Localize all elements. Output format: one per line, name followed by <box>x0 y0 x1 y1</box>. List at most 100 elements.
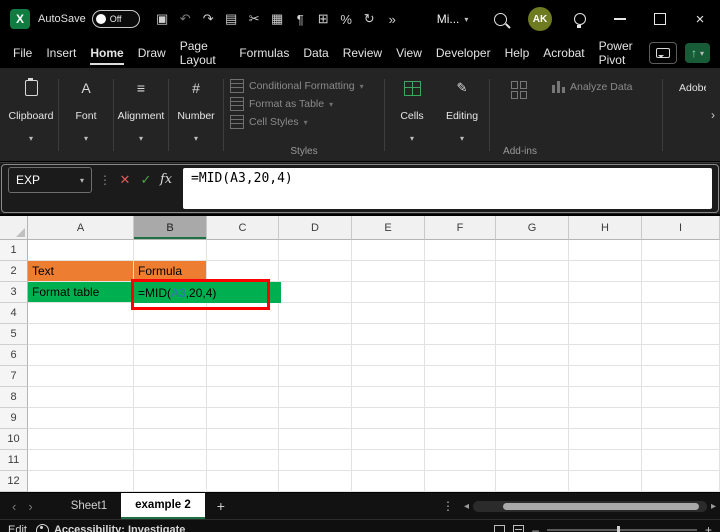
menu-tab-review[interactable]: Review <box>336 38 389 68</box>
menu-tab-formulas[interactable]: Formulas <box>232 38 296 68</box>
confirm-entry-button[interactable]: ✓ <box>139 167 153 188</box>
menu-tab-help[interactable]: Help <box>498 38 537 68</box>
zoom-in-icon[interactable]: + <box>705 523 712 532</box>
column-header-H[interactable]: H <box>569 216 642 240</box>
close-button[interactable]: × <box>680 0 720 38</box>
cell-B10[interactable] <box>134 429 207 450</box>
cell-G7[interactable] <box>496 366 569 387</box>
select-all-corner[interactable] <box>0 216 28 240</box>
cell-B11[interactable] <box>134 450 207 471</box>
cell-D4[interactable] <box>279 303 352 324</box>
ribbon-group-font[interactable]: AFont▾ <box>61 71 111 159</box>
cell-C2[interactable] <box>207 261 279 282</box>
cell-I1[interactable] <box>642 240 720 261</box>
column-header-I[interactable]: I <box>642 216 720 240</box>
borders-icon[interactable]: ⊞ <box>313 11 334 27</box>
cell-I2[interactable] <box>642 261 720 282</box>
ribbon-group-cells[interactable]: Cells ▾ <box>387 71 437 159</box>
cell-E7[interactable] <box>352 366 425 387</box>
comments-button[interactable] <box>649 42 677 64</box>
cell-B2[interactable]: Formula <box>134 261 207 282</box>
menu-tab-page-layout[interactable]: Page Layout <box>173 38 233 68</box>
cell-C8[interactable] <box>207 387 279 408</box>
cell-D12[interactable] <box>279 471 352 492</box>
cell-E10[interactable] <box>352 429 425 450</box>
cell-G5[interactable] <box>496 324 569 345</box>
minimize-button[interactable] <box>600 0 640 38</box>
cell-H9[interactable] <box>569 408 642 429</box>
cell-D9[interactable] <box>279 408 352 429</box>
column-header-D[interactable]: D <box>279 216 352 240</box>
cell-I7[interactable] <box>642 366 720 387</box>
column-header-B[interactable]: B <box>134 216 207 240</box>
zoom-out-icon[interactable]: – <box>532 523 539 532</box>
cell-E3[interactable] <box>352 282 425 303</box>
picture-icon[interactable]: ▦ <box>267 11 288 27</box>
cell-E4[interactable] <box>352 303 425 324</box>
menu-tab-acrobat[interactable]: Acrobat <box>536 38 591 68</box>
view-normal-icon[interactable] <box>494 525 505 532</box>
cell-A12[interactable] <box>28 471 134 492</box>
cell-B9[interactable] <box>134 408 207 429</box>
cell-F4[interactable] <box>425 303 496 324</box>
row-header-1[interactable]: 1 <box>0 240 28 261</box>
cell-C9[interactable] <box>207 408 279 429</box>
cell-D11[interactable] <box>279 450 352 471</box>
row-header-11[interactable]: 11 <box>0 450 28 471</box>
cell-A6[interactable] <box>28 345 134 366</box>
scrollbar-thumb[interactable] <box>503 503 699 510</box>
cell-C11[interactable] <box>207 450 279 471</box>
cell-H5[interactable] <box>569 324 642 345</box>
cell-F1[interactable] <box>425 240 496 261</box>
cell-H4[interactable] <box>569 303 642 324</box>
search-button[interactable] <box>480 0 520 38</box>
ribbon-group-addins[interactable]: Add-ins <box>492 71 548 159</box>
cell-A10[interactable] <box>28 429 134 450</box>
cell-B4[interactable] <box>134 303 207 324</box>
cell-G6[interactable] <box>496 345 569 366</box>
menu-tab-file[interactable]: File <box>6 38 39 68</box>
undo-icon[interactable]: ↶ <box>175 11 196 27</box>
analyze-data-button[interactable]: Analyze Data <box>548 71 660 159</box>
menu-tab-power-pivot[interactable]: Power Pivot <box>592 38 649 68</box>
pilcrow-icon[interactable]: ¶ <box>290 12 311 27</box>
cell-F8[interactable] <box>425 387 496 408</box>
sheet-icon[interactable]: ▤ <box>221 11 242 27</box>
cell-A11[interactable] <box>28 450 134 471</box>
scrollbar-track[interactable] <box>473 501 707 512</box>
cell-G8[interactable] <box>496 387 569 408</box>
cell-B6[interactable] <box>134 345 207 366</box>
cell-G12[interactable] <box>496 471 569 492</box>
cell-A9[interactable] <box>28 408 134 429</box>
name-box[interactable]: EXP ▾ <box>8 167 92 193</box>
cell-E9[interactable] <box>352 408 425 429</box>
cell-H2[interactable] <box>569 261 642 282</box>
column-header-C[interactable]: C <box>207 216 279 240</box>
cell-E12[interactable] <box>352 471 425 492</box>
row-header-5[interactable]: 5 <box>0 324 28 345</box>
document-title-menu[interactable]: Mi... ▾ <box>437 12 469 26</box>
scroll-left-icon[interactable]: ◂ <box>464 501 469 512</box>
cell-I5[interactable] <box>642 324 720 345</box>
cell-E6[interactable] <box>352 345 425 366</box>
tips-button[interactable] <box>560 0 600 38</box>
row-header-8[interactable]: 8 <box>0 387 28 408</box>
cell-E11[interactable] <box>352 450 425 471</box>
cell-E8[interactable] <box>352 387 425 408</box>
cell-I12[interactable] <box>642 471 720 492</box>
cell-C5[interactable] <box>207 324 279 345</box>
cell-I9[interactable] <box>642 408 720 429</box>
ribbon-button-format-as-table[interactable]: Format as Table▾ <box>230 95 378 113</box>
cell-H7[interactable] <box>569 366 642 387</box>
cell-H8[interactable] <box>569 387 642 408</box>
cancel-entry-button[interactable]: ✕ <box>118 167 132 188</box>
drag-handle-icon[interactable]: ⋮ <box>99 167 111 187</box>
menu-tab-developer[interactable]: Developer <box>429 38 498 68</box>
cell-B8[interactable] <box>134 387 207 408</box>
cell-C1[interactable] <box>207 240 279 261</box>
ribbon-button-cell-styles[interactable]: Cell Styles▾ <box>230 113 378 131</box>
cell-I11[interactable] <box>642 450 720 471</box>
menu-tab-draw[interactable]: Draw <box>131 38 173 68</box>
cell-F7[interactable] <box>425 366 496 387</box>
cell-C4[interactable] <box>207 303 279 324</box>
